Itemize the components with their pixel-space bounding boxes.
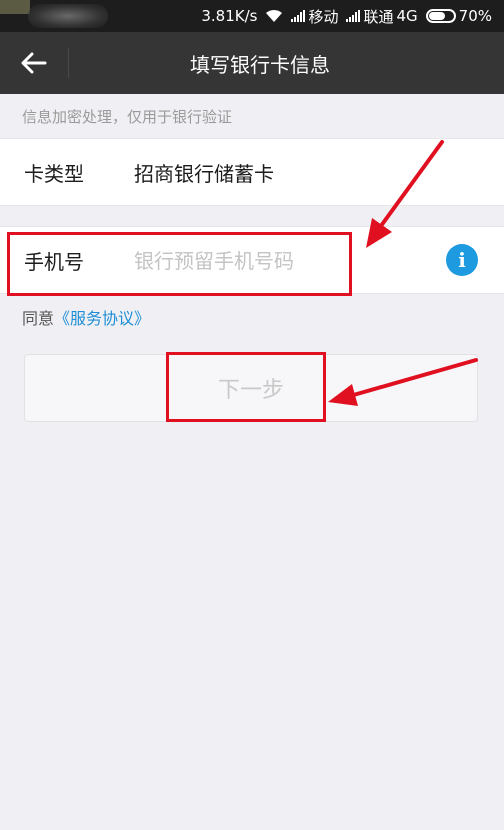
network-speed: 3.81K/s [201,7,258,25]
title-bar: 填写银行卡信息 [0,32,504,94]
page-title: 填写银行卡信息 [190,52,330,77]
annotation-box-next [166,352,326,422]
battery-icon [425,9,456,23]
battery-fill [428,12,446,20]
back-button[interactable] [14,46,54,80]
arrow-left-icon [21,52,47,74]
agreement: 同意《服务协议》 [22,305,150,329]
carrier-1-name: 移动 [308,7,339,26]
info-icon[interactable]: i [446,244,478,276]
security-hint: 信息加密处理，仅用于银行验证 [22,108,233,126]
network-type: 4G [396,7,418,25]
carrier-1: 移动 [291,6,338,27]
status-bar: 3.81K/s 移动 联通 4G 70% [0,0,504,32]
screen: 3.81K/s 移动 联通 4G 70% 填写银行卡信息 信息加密处理，仅用于银… [0,0,504,830]
carrier-2-name: 联通 [363,7,394,26]
annotation-box-phone [7,232,352,296]
carrier-2: 联通 4G [346,6,418,27]
signal-icon [291,10,306,22]
service-agreement-link[interactable]: 《服务协议》 [54,309,150,328]
wifi-icon [266,9,283,22]
title-divider [68,48,69,78]
card-type-label: 卡类型 [24,161,84,186]
card-type-row: 卡类型 招商银行储蓄卡 [0,138,504,206]
battery: 70% [425,7,492,25]
status-bar-blur [0,0,30,14]
agreement-prefix: 同意 [22,309,55,328]
card-type-value: 招商银行储蓄卡 [134,161,274,186]
battery-percent: 70% [458,7,492,25]
signal-icon [346,10,361,22]
status-bar-blur-region [28,4,108,28]
